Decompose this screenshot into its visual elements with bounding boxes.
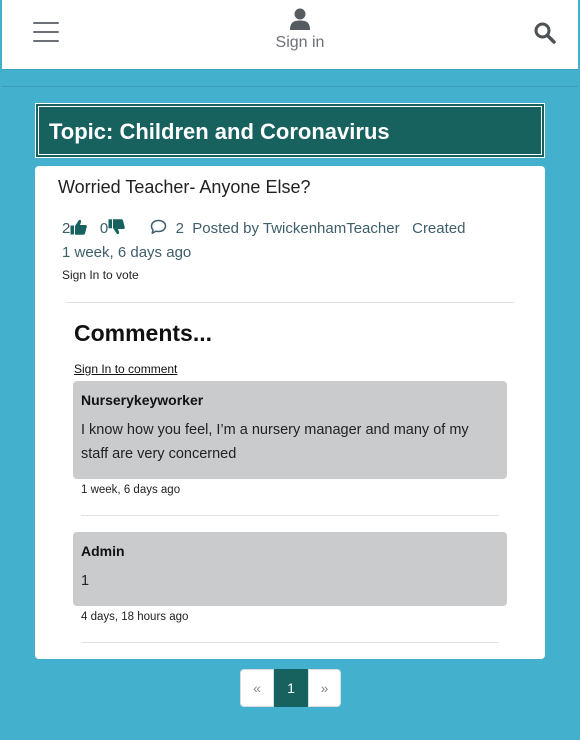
sign-in-button[interactable]: Sign in xyxy=(260,8,340,52)
created-label: Created xyxy=(412,220,466,237)
comment-author: Nurserykeyworker xyxy=(81,392,204,408)
comment-item: Admin 1 xyxy=(73,532,507,606)
post-divider xyxy=(66,302,514,303)
comment-divider xyxy=(81,515,499,516)
comment-timestamp: 4 days, 18 hours ago xyxy=(81,611,189,623)
top-navbar: Sign in xyxy=(2,0,578,70)
post-title: Worried Teacher- Anyone Else? xyxy=(58,177,311,197)
comments-heading: Comments... xyxy=(74,320,213,346)
comment-author: Admin xyxy=(81,543,125,559)
comment-timestamp: 1 week, 6 days ago xyxy=(81,484,181,496)
comment-count: 2 xyxy=(175,220,184,237)
comment-divider xyxy=(81,642,499,643)
post-meta: 2 0 2 Posted by TwickenhamTeacher Create… xyxy=(62,217,502,265)
sign-in-to-vote-link[interactable]: Sign In to vote xyxy=(62,268,139,282)
divider-line xyxy=(2,86,578,87)
created-ago: 1 week, 6 days ago xyxy=(62,244,192,261)
comment-text: 1 xyxy=(81,573,90,589)
dislike-count: 0 xyxy=(99,220,109,237)
pagination-next-button[interactable]: » xyxy=(308,669,341,707)
comment-item: Nurserykeyworker I know how you feel, I’… xyxy=(73,381,507,479)
pagination-prev-button[interactable]: « xyxy=(240,669,274,707)
thumbs-down-icon[interactable] xyxy=(108,219,125,235)
user-icon xyxy=(290,8,310,30)
topic-banner: Topic: Children and Coronavirus xyxy=(35,103,545,158)
post-card: Worried Teacher- Anyone Else? 2 0 2 Post… xyxy=(35,166,545,659)
like-count: 2 xyxy=(62,220,71,237)
comment-icon xyxy=(150,219,167,234)
sign-in-to-comment-link[interactable]: Sign In to comment xyxy=(74,362,177,376)
comment-text: I know how you feel, I’m a nursery manag… xyxy=(81,422,469,462)
posted-by: Posted by TwickenhamTeacher xyxy=(192,220,400,237)
topic-title: Topic: Children and Coronavirus xyxy=(49,119,390,144)
search-icon[interactable] xyxy=(534,22,556,44)
thumbs-up-icon[interactable] xyxy=(70,219,88,235)
pagination: « 1 » xyxy=(240,669,341,707)
pagination-page-1[interactable]: 1 xyxy=(274,669,308,707)
hamburger-menu-icon[interactable] xyxy=(33,22,59,44)
sign-in-label: Sign in xyxy=(275,34,325,51)
